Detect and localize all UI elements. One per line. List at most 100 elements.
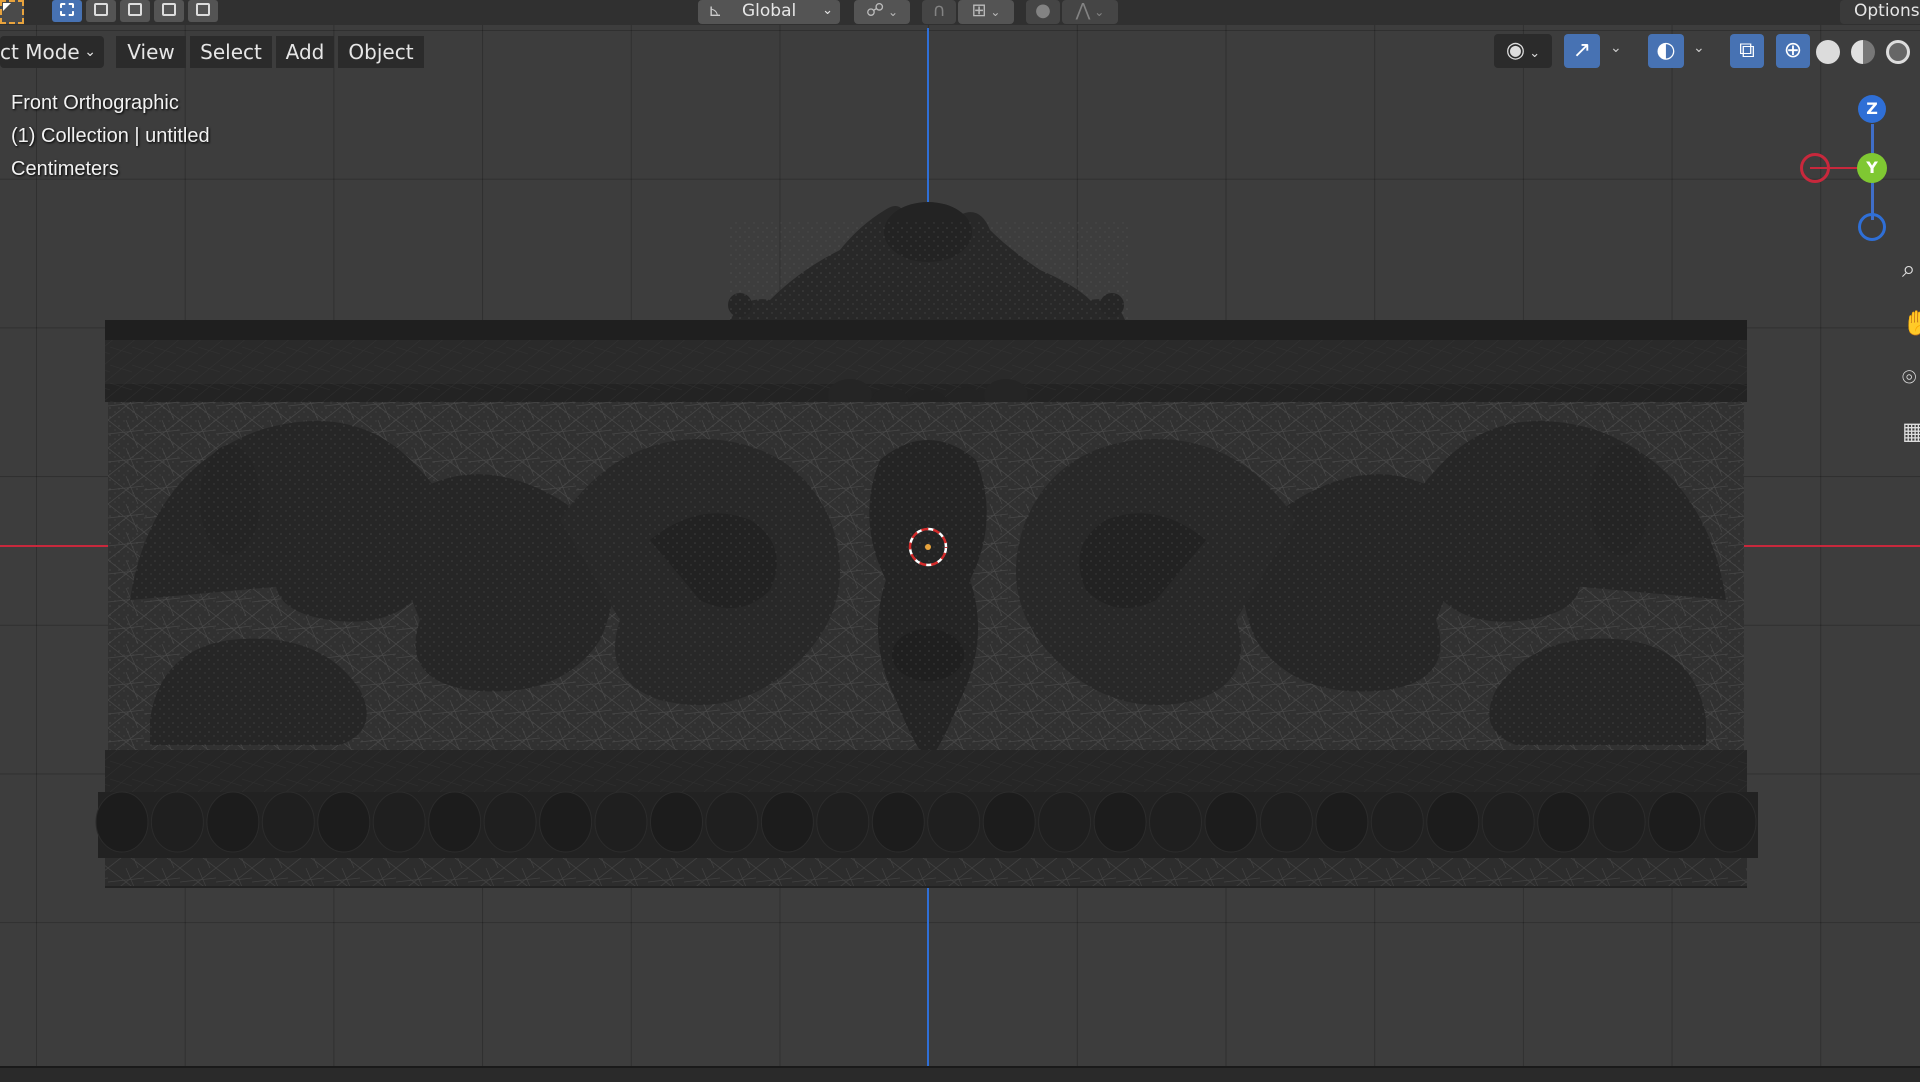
gizmo-z-ball[interactable]: Z bbox=[1858, 95, 1886, 123]
bead bbox=[372, 791, 426, 853]
select-extend-icon[interactable] bbox=[86, 0, 116, 22]
bead bbox=[705, 791, 759, 853]
snap-target-dropdown[interactable]: ⊞ ⌄ bbox=[958, 0, 1014, 24]
wireframe-shading-button[interactable]: ⊕ bbox=[1776, 34, 1810, 68]
gizmo-y-label: Y bbox=[1866, 158, 1878, 177]
collection-info-text: (1) Collection | untitled bbox=[11, 125, 210, 147]
pivot-icon: ☍ bbox=[865, 0, 885, 21]
xray-toggle[interactable]: ⧉ bbox=[1730, 34, 1764, 68]
bead bbox=[1149, 791, 1202, 853]
orientation-axes-icon: ⊾ bbox=[708, 1, 723, 21]
bead bbox=[1648, 791, 1702, 853]
bead bbox=[1703, 791, 1757, 853]
bead bbox=[1537, 791, 1591, 853]
bead bbox=[483, 791, 537, 853]
magnet-icon: ∩ bbox=[932, 0, 946, 21]
bead bbox=[982, 791, 1036, 853]
menu-object[interactable]: Object bbox=[338, 36, 424, 68]
menu-select[interactable]: Select bbox=[190, 36, 272, 68]
bead bbox=[206, 791, 260, 853]
solid-shading-icon[interactable] bbox=[1816, 40, 1840, 64]
bead bbox=[594, 791, 648, 853]
lower-band bbox=[105, 750, 1747, 792]
bead bbox=[1204, 791, 1258, 853]
chevron-down-icon: ⌄ bbox=[822, 3, 833, 18]
camera-icon[interactable]: ⌾ bbox=[1902, 360, 1920, 394]
3d-viewport[interactable]: ⊾ Global ⌄ ☍ ⌄ ∩ ⊞ ⌄ ● ⋀ ⌄ Options ct Mo… bbox=[0, 0, 1920, 1082]
chevron-down-icon[interactable]: ⌄ bbox=[1693, 40, 1705, 56]
material-shading-icon[interactable] bbox=[1851, 40, 1875, 64]
bead bbox=[927, 791, 981, 853]
zoom-magnifier-icon[interactable]: ⌕ bbox=[1902, 252, 1920, 286]
chevron-down-icon: ⌄ bbox=[84, 44, 96, 60]
menu-view[interactable]: View bbox=[116, 36, 186, 68]
menu-add[interactable]: Add bbox=[276, 36, 334, 68]
bead bbox=[1592, 791, 1646, 853]
bead bbox=[95, 791, 149, 853]
select-intersect-icon[interactable] bbox=[188, 0, 218, 22]
bead bbox=[1259, 791, 1313, 853]
bead bbox=[539, 791, 593, 853]
visibility-dropdown[interactable]: ◉ ⌄ bbox=[1494, 34, 1552, 68]
proportional-editing-toggle[interactable]: ● bbox=[1026, 0, 1060, 24]
gizmo-neg-x-ball[interactable] bbox=[1800, 153, 1830, 183]
bead bbox=[1481, 791, 1535, 853]
visibility-eye-icon: ◉ bbox=[1505, 38, 1526, 63]
chevron-down-icon[interactable]: ⌄ bbox=[1610, 40, 1622, 56]
chevron-down-icon: ⌄ bbox=[1525, 46, 1541, 61]
snap-toggle[interactable]: ∩ bbox=[922, 0, 956, 24]
chevron-down-icon: ⌄ bbox=[884, 5, 899, 19]
bead bbox=[1093, 791, 1147, 853]
gizmo-arrow-icon: ↗ bbox=[1572, 38, 1592, 63]
wireframe-shading-icon: ⊕ bbox=[1783, 38, 1803, 63]
menu-object-label: Object bbox=[348, 40, 414, 64]
gizmo-y-ball[interactable]: Y bbox=[1857, 153, 1887, 183]
bead bbox=[760, 791, 814, 853]
bead bbox=[261, 791, 315, 853]
select-set-icon[interactable] bbox=[52, 0, 82, 22]
falloff-curve-icon: ⋀ bbox=[1075, 0, 1091, 21]
options-label: Options bbox=[1854, 1, 1920, 21]
select-subtract-icon[interactable] bbox=[120, 0, 150, 22]
options-dropdown[interactable]: Options bbox=[1840, 0, 1920, 24]
snap-increment-icon: ⊞ bbox=[971, 0, 987, 21]
pivot-point-dropdown[interactable]: ☍ ⌄ bbox=[854, 0, 910, 24]
bead bbox=[1426, 791, 1480, 853]
mode-label: ct Mode bbox=[0, 40, 80, 64]
bead bbox=[816, 791, 870, 853]
gizmo-toggle[interactable]: ↗ bbox=[1564, 34, 1600, 68]
ornate-cornice-mesh[interactable] bbox=[0, 0, 1920, 1080]
top-cornice bbox=[105, 320, 1747, 402]
chevron-down-icon: ⌄ bbox=[1090, 5, 1105, 19]
top-crest bbox=[728, 202, 1130, 325]
menu-select-label: Select bbox=[200, 40, 262, 64]
bead bbox=[650, 791, 703, 853]
bead bbox=[871, 791, 925, 853]
gizmo-z-label: Z bbox=[1866, 99, 1878, 118]
overlay-icon: ◐ bbox=[1656, 38, 1676, 63]
transform-orientation-dropdown[interactable]: ⊾ Global ⌄ bbox=[698, 0, 840, 24]
menu-view-label: View bbox=[127, 40, 175, 64]
bead bbox=[428, 791, 482, 853]
bead bbox=[150, 791, 204, 853]
overlays-toggle[interactable]: ◐ bbox=[1648, 34, 1684, 68]
pan-hand-icon[interactable]: ✋ bbox=[1902, 306, 1920, 340]
grid-ortho-icon[interactable]: ▦ bbox=[1902, 414, 1920, 448]
bead bbox=[1315, 791, 1369, 853]
object-mode-dropdown[interactable]: ct Mode ⌄ bbox=[0, 36, 104, 68]
xray-icon: ⧉ bbox=[1739, 38, 1755, 63]
units-text: Centimeters bbox=[11, 158, 119, 180]
bead bbox=[1038, 791, 1092, 853]
select-box-tool-icon[interactable] bbox=[0, 0, 24, 24]
bead bbox=[1370, 791, 1424, 853]
gizmo-neg-z-ball[interactable] bbox=[1858, 213, 1886, 241]
proportional-falloff-dropdown[interactable]: ⋀ ⌄ bbox=[1062, 0, 1118, 24]
chevron-down-icon: ⌄ bbox=[986, 5, 1001, 19]
menu-add-label: Add bbox=[285, 40, 325, 64]
carved-frieze bbox=[108, 402, 1744, 760]
tool-settings-header: ⊾ Global ⌄ ☍ ⌄ ∩ ⊞ ⌄ ● ⋀ ⌄ Options bbox=[0, 0, 1920, 25]
bottom-plinth bbox=[105, 858, 1747, 888]
select-invert-icon[interactable] bbox=[154, 0, 184, 22]
rendered-shading-icon[interactable] bbox=[1886, 40, 1910, 64]
view-name-text: Front Orthographic bbox=[11, 92, 179, 114]
